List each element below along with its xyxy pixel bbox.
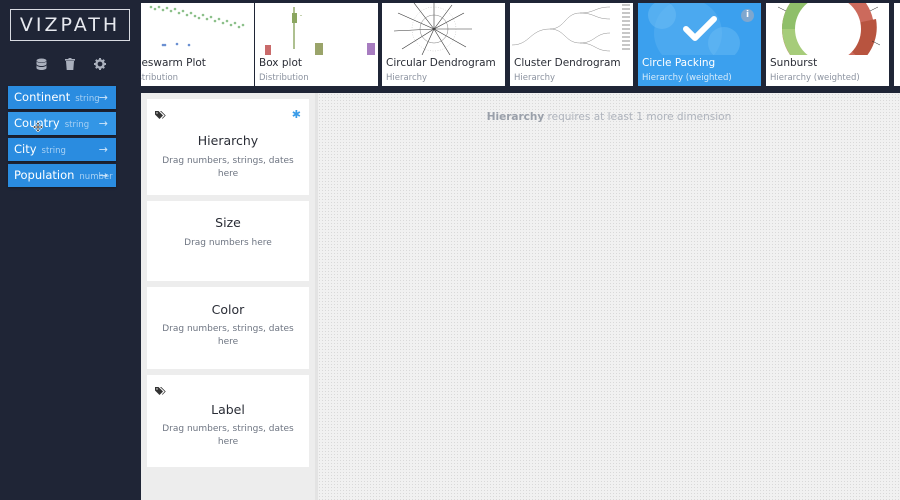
slot-title: Color [211,302,245,317]
trash-icon[interactable] [62,56,78,72]
sidebar: VIZPATH Continent string → Country string … [0,0,141,500]
slot-color[interactable]: Color Drag numbers, strings, dates here [147,287,309,369]
slot-hierarchy[interactable]: ✱ Hierarchy Drag numbers, strings, dates… [147,99,309,195]
tags-icon [155,111,166,119]
validation-message: Hierarchy requires at least 1 more dimen… [318,111,900,123]
chart-card-sunburst[interactable]: Sunburst Hierarchy (weighted) [766,3,889,86]
database-icon[interactable] [33,56,49,72]
chart-card-more[interactable] [894,3,900,86]
chart-name: Cluster Dendrogram [514,57,621,69]
chart-card-cluster-dendrogram[interactable]: Cluster Dendrogram Hierarchy [510,3,633,86]
chart-card-circle-packing[interactable]: i Circle Packing Hierarchy (weighted) [638,3,761,86]
chart-name: Circular Dendrogram [386,57,496,69]
dimension-continent[interactable]: Continent string → [8,86,116,109]
chart-card-box-plot[interactable]: Box plot Distribution [255,3,378,86]
dimension-country[interactable]: Country string → [8,112,116,135]
cluster-dendrogram-thumbnail [511,4,630,52]
beeswarm-thumbnail [149,5,245,47]
logo: VIZPATH [10,9,130,41]
chart-card-beeswarm[interactable]: eeswarm Plot istribution [141,3,254,86]
slot-hint: Drag numbers, strings, dates here [162,424,294,447]
chart-category: Hierarchy [514,73,556,83]
chart-name: Circle Packing [642,57,716,69]
arrow-right-icon: → [98,143,108,156]
box-plot-thumbnail [265,7,375,55]
chart-name: Sunburst [770,57,818,69]
info-icon[interactable]: i [741,9,754,22]
arrow-right-icon: → [98,91,108,104]
arrow-right-icon: → [98,117,108,130]
slot-hint: Drag numbers, strings, dates here [162,324,294,347]
chart-category: Hierarchy [386,73,428,83]
chart-category: istribution [141,73,179,83]
dimension-label: Continent [14,90,71,104]
chart-gallery: eeswarm Plot istribution Box plot Distri… [141,0,900,93]
arrow-right-icon: → [98,169,108,182]
dimension-label: Population [14,168,75,182]
chart-category: Hierarchy (weighted) [642,73,732,83]
tags-icon [155,387,166,395]
dimension-label: City [14,142,37,156]
mapping-panel: ✱ Hierarchy Drag numbers, strings, dates… [141,93,315,500]
message-highlight: Hierarchy [486,111,545,123]
chart-name: eeswarm Plot [141,57,206,69]
move-cursor-icon [33,122,43,132]
slot-title: Hierarchy [197,133,259,148]
slot-hint: Drag numbers here [184,238,272,248]
slot-label[interactable]: Label Drag numbers, strings, dates here [147,375,309,467]
circular-dendrogram-thumbnail [393,3,472,55]
slot-hint: Drag numbers, strings, dates here [162,156,294,179]
slot-size[interactable]: Size Drag numbers here [147,201,309,281]
dimension-population[interactable]: Population number → [8,164,116,187]
slot-title: Size [215,215,241,230]
chart-area: Hierarchy requires at least 1 more dimen… [318,93,900,500]
chart-name: Box plot [259,57,302,69]
slot-title: Label [211,402,245,417]
chart-category: Hierarchy (weighted) [770,73,860,83]
gear-icon[interactable] [92,56,108,72]
chart-card-circular-dendrogram[interactable]: Circular Dendrogram Hierarchy [382,3,505,86]
sunburst-thumbnail [777,3,881,55]
chart-category: Distribution [259,73,309,83]
dimension-type: string [75,94,100,104]
message-text: requires at least 1 more dimension [544,111,732,123]
required-icon: ✱ [291,108,301,121]
dimension-type: string [64,120,90,130]
dimension-city[interactable]: City string → [8,138,116,161]
dimension-type: string [41,146,66,156]
